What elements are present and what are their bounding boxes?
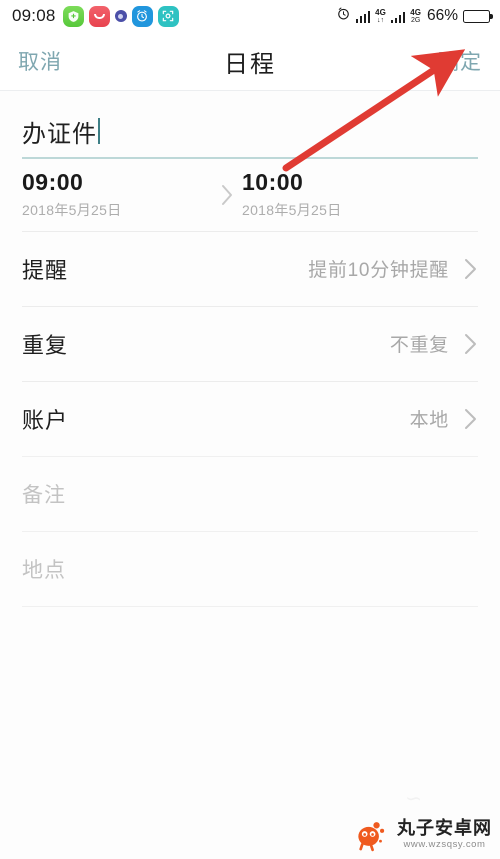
network-label-1: 4G ↓↑ (375, 7, 386, 24)
status-bar-app-icons (62, 5, 179, 27)
notes-field[interactable]: 备注 (22, 457, 478, 531)
navigation-bar: 取消 日程 确定 (0, 32, 500, 90)
signal-bars-icon-2 (390, 10, 406, 23)
battery-icon (463, 9, 493, 23)
chevron-right-icon (212, 182, 242, 208)
end-time-block[interactable]: 10:00 2018年5月25日 (242, 169, 342, 220)
start-date-value: 2018年5月25日 (22, 202, 122, 219)
start-time-block[interactable]: 09:00 2018年5月25日 (22, 169, 212, 220)
battery-percent-label: 66% (426, 7, 458, 24)
teal-scan-app-icon (157, 5, 179, 27)
confirm-button[interactable]: 确定 (438, 46, 482, 76)
row-divider (22, 605, 478, 607)
status-bar: 09:08 4G ↓↑ 4G 2G 66% (0, 0, 500, 32)
watermark-url: www.wzsqsy.com (403, 838, 486, 850)
chevron-right-icon (462, 405, 478, 433)
blue-alarm-app-icon (131, 5, 153, 27)
status-bar-indicators: 4G ↓↑ 4G 2G 66% (336, 6, 493, 26)
mascot-logo-icon (352, 815, 390, 853)
start-time-value: 09:00 (22, 168, 84, 195)
network-type-2: 4G (410, 7, 421, 17)
row-account[interactable]: 账户 本地 (22, 382, 478, 456)
location-field[interactable]: 地点 (22, 532, 478, 606)
row-account-label: 账户 (22, 407, 69, 433)
phone-screen: 09:08 4G ↓↑ 4G 2G 66% 取消 日程 确定 办证件 09:00… (0, 0, 500, 859)
signal-bars-icon-1 (355, 10, 371, 23)
alarm-clock-icon (336, 6, 351, 26)
status-bar-clock: 09:08 (12, 6, 56, 25)
event-time-row[interactable]: 09:00 2018年5月25日 10:00 2018年5月25日 (22, 159, 478, 231)
event-title-input[interactable]: 办证件 (22, 114, 97, 149)
shield-plus-icon (62, 5, 84, 27)
red-smile-icon (88, 5, 110, 27)
network-sub-1: ↓↑ (376, 16, 384, 24)
end-date-value: 2018年5月25日 (242, 202, 342, 219)
cancel-button[interactable]: 取消 (18, 46, 62, 76)
row-reminder-value: 提前10分钟提醒 (308, 260, 449, 281)
row-repeat[interactable]: 重复 不重复 (22, 307, 478, 381)
notes-placeholder: 备注 (22, 483, 66, 507)
row-repeat-value: 不重复 (389, 335, 449, 356)
row-reminder-label: 提醒 (22, 257, 69, 283)
page-title: 日程 (224, 50, 276, 78)
location-placeholder: 地点 (22, 558, 66, 582)
row-reminder[interactable]: 提醒 提前10分钟提醒 (22, 232, 478, 306)
purple-dot-icon (114, 10, 127, 22)
chevron-right-icon (462, 255, 478, 283)
end-time-value: 10:00 (242, 168, 304, 195)
text-cursor (98, 118, 100, 144)
network-label-2: 4G 2G (410, 7, 421, 24)
event-detail-list: 09:00 2018年5月25日 10:00 2018年5月25日 提醒 提前1… (0, 159, 500, 607)
ghost-watermark-mark: ∽ (405, 788, 422, 810)
row-repeat-label: 重复 (22, 332, 69, 358)
watermark-site-name: 丸子安卓网 (397, 817, 492, 838)
network-sub-2: 2G (410, 16, 421, 24)
site-watermark: 丸子安卓网 www.wzsqsy.com (352, 815, 492, 853)
network-type-1: 4G (375, 7, 386, 17)
event-title-field[interactable]: 办证件 (0, 91, 500, 153)
chevron-right-icon (462, 330, 478, 358)
row-account-value: 本地 (409, 410, 449, 431)
